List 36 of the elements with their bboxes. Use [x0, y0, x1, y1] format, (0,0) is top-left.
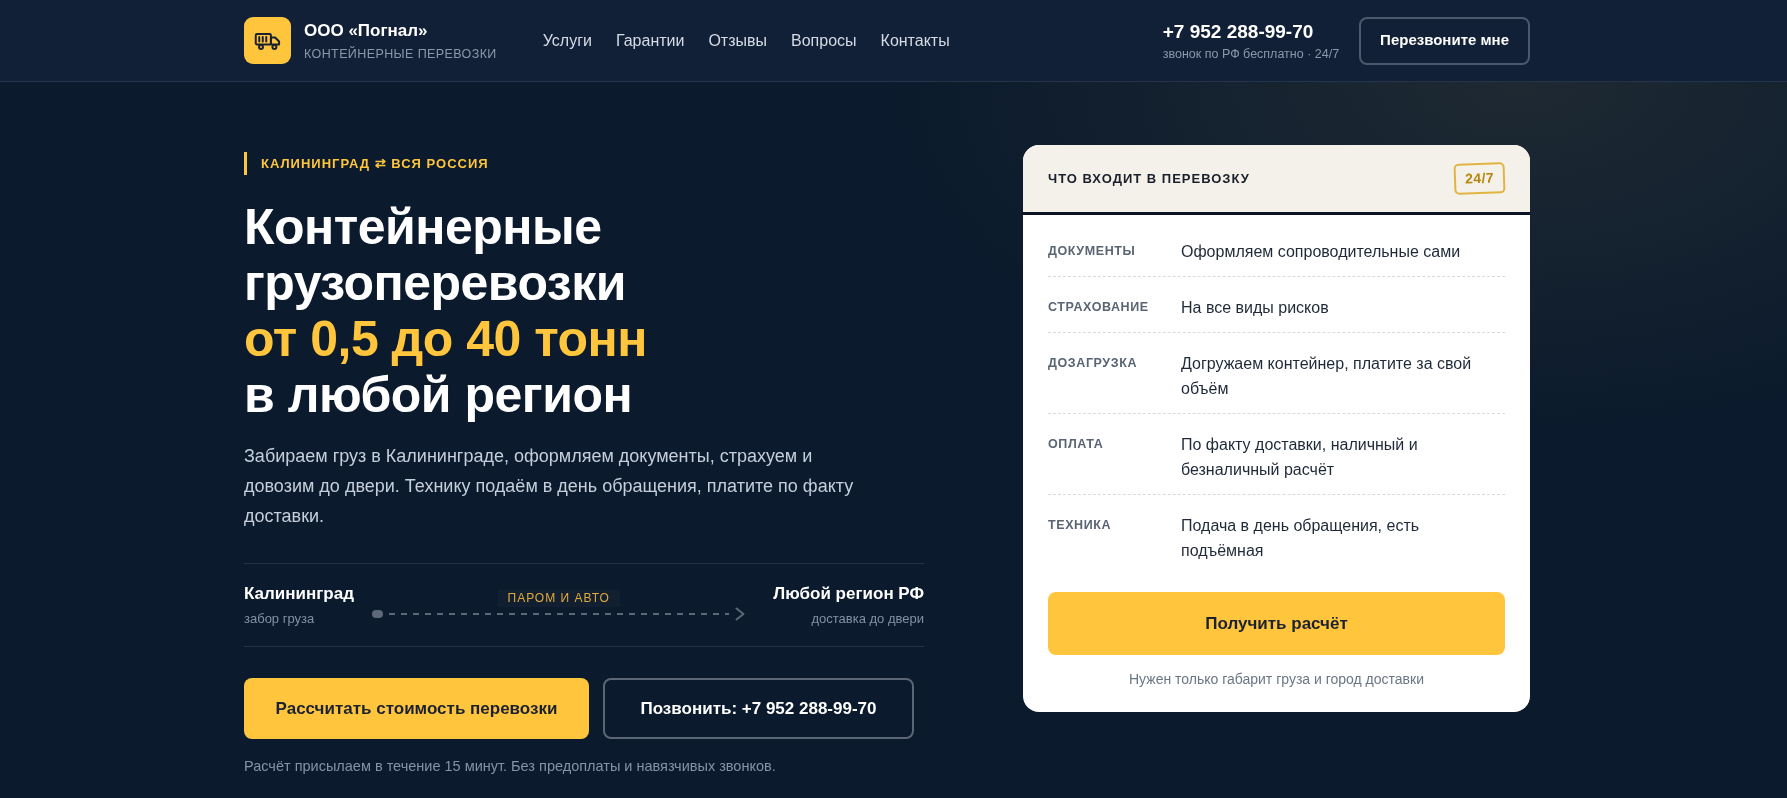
row-value: Оформляем сопроводительные сами — [1181, 242, 1462, 262]
row-value: Подача в день обращения, есть подъёмная — [1181, 516, 1421, 561]
phone-number: +7 952 288-99-70 — [1162, 19, 1314, 44]
phone-note: звонок по РФ бесплатно · 24/7 — [1162, 45, 1340, 62]
route-via-label: ПАРОМ И АВТО — [497, 589, 620, 607]
nav-link[interactable]: Отзывы — [708, 28, 768, 53]
route-to-city: Любой регион РФ — [773, 583, 924, 605]
row-label: СТРАХОВАНИЕ — [1048, 299, 1150, 316]
route-to-note: доставка до двери — [811, 610, 924, 628]
row-label: ОПЛАТА — [1048, 436, 1105, 453]
get-quote-button[interactable]: Получить расчёт — [1048, 592, 1505, 655]
row-value: Догружаем контейнер, платите за свой объём — [1181, 354, 1473, 399]
hours-badge: 24/7 — [1453, 162, 1506, 195]
company-name: ООО «Погнал» — [304, 19, 429, 42]
nav-link[interactable]: Гарантии — [615, 28, 685, 53]
row-value: По факту доставки, наличный и безналичный расчёт — [1181, 435, 1419, 480]
card-title: ЧТО ВХОДИТ В ПЕРЕВОЗКУ — [1048, 169, 1250, 188]
route-from-city: Калининград — [244, 583, 354, 605]
callback-button[interactable]: Перезвоните мне — [1359, 16, 1530, 65]
row-label: ДОЗАГРУЗКА — [1048, 355, 1138, 372]
hero-lead: Забираем груз в Калининграде, оформляем документы, страхуем и довозим до двери. Технику подаём в день обращения, платите по факту доставки. — [244, 445, 855, 528]
row-value: На все виды рисков — [1181, 298, 1330, 318]
call-button[interactable]: Позвонить: +7 952 288-99-70 — [603, 678, 914, 739]
row-label: ДОКУМЕНТЫ — [1048, 243, 1137, 260]
row-label: ТЕХНИКА — [1048, 517, 1113, 534]
hero-title: Контейнерные грузоперевозки от 0,5 до 40 тонн в любой регион — [244, 199, 649, 423]
nav-link[interactable]: Контакты — [880, 28, 950, 53]
route-from-note: забор груза — [244, 610, 316, 628]
route-tag: КАЛИНИНГРАД ⇄ ВСЯ РОССИЯ — [261, 153, 489, 174]
calculate-button[interactable]: Рассчитать стоимость перевозки — [244, 678, 589, 739]
company-tagline: КОНТЕЙНЕРНЫЕ ПЕРЕВОЗКИ — [304, 45, 497, 62]
card-note: Нужен только габарит груза и город доставки — [1128, 670, 1425, 689]
nav-link[interactable]: Вопросы — [791, 28, 857, 53]
truck-icon — [244, 17, 291, 64]
hero-note: Расчёт присылаем в течение 15 минут. Без предоплаты и навязчивых звонков. — [244, 757, 777, 776]
nav-link[interactable]: Услуги — [542, 28, 592, 53]
